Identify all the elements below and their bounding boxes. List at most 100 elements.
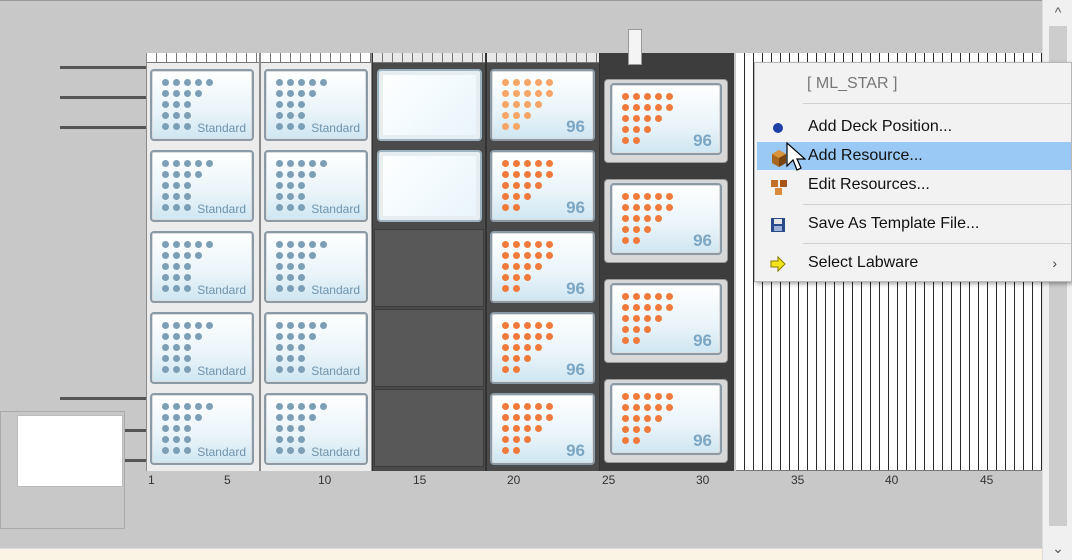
scroll-up-arrow-icon[interactable]: ^: [1043, 0, 1072, 24]
mouse-cursor-icon: [786, 142, 806, 171]
well-grid-icon: [622, 293, 674, 345]
plate-well-count: 96: [566, 198, 585, 217]
standard-tip-rack[interactable]: Standard: [150, 231, 254, 303]
well-grid-icon: [502, 322, 554, 374]
track-ruler: 1 5 10 15 20 25 30 35 40 45: [140, 469, 1042, 493]
standard-tip-rack[interactable]: Standard: [264, 69, 368, 141]
plate-well-count: 96: [693, 231, 712, 250]
menu-item-label: Edit Resources...: [808, 176, 930, 193]
plate-96[interactable]: 96: [490, 150, 595, 222]
plate-well-count: 96: [566, 279, 585, 298]
ruler-tick-label: 45: [980, 473, 994, 487]
plate-well-count: 96: [566, 117, 585, 136]
ruler-tick-label: 25: [602, 473, 616, 487]
plate-96[interactable]: 96: [610, 383, 722, 455]
waste-line: [60, 397, 146, 400]
empty-labware-slot[interactable]: [377, 69, 482, 141]
plate-well-count: 96: [693, 431, 712, 450]
plate-96[interactable]: 96: [610, 83, 722, 155]
menu-item-label: Save As Template File...: [808, 215, 980, 232]
well-grid-icon: [622, 93, 674, 145]
standard-tip-rack[interactable]: Standard: [264, 150, 368, 222]
empty-site[interactable]: [374, 229, 484, 307]
menu-item-save-as-template[interactable]: Save As Template File...: [757, 210, 1071, 238]
plate-type-label: Standard: [197, 364, 246, 378]
empty-site[interactable]: [374, 389, 484, 467]
well-grid-icon: [622, 393, 674, 445]
standard-tip-rack[interactable]: Standard: [150, 69, 254, 141]
plate-96[interactable]: 96: [490, 231, 595, 303]
waste-line: [60, 66, 146, 69]
empty-site[interactable]: [374, 309, 484, 387]
context-menu[interactable]: [ ML_STAR ] Add Deck Position... Add Res…: [754, 62, 1072, 282]
plate-type-label: Standard: [197, 121, 246, 135]
ruler-tick-label: 40: [885, 473, 899, 487]
carrier-handle[interactable]: [628, 29, 642, 65]
plate-96[interactable]: 96: [610, 283, 722, 355]
carrier-ruler: [147, 53, 259, 63]
ruler-tick-label: 5: [224, 473, 231, 487]
well-grid-icon: [502, 160, 554, 212]
status-strip: [0, 548, 1042, 560]
standard-tip-rack[interactable]: Standard: [264, 231, 368, 303]
plate-96[interactable]: 96: [490, 312, 595, 384]
plate-well-count: 96: [566, 441, 585, 460]
waste-line: [60, 96, 146, 99]
floppy-disk-icon: [769, 216, 787, 234]
carrier-ruler: [373, 53, 485, 63]
chevron-right-icon: ›: [1052, 255, 1057, 271]
cubes-icon: [769, 177, 787, 195]
ruler-tick-label: 15: [413, 473, 427, 487]
plate-type-label: Standard: [311, 121, 360, 135]
menu-item-label: Select Labware: [808, 254, 919, 271]
empty-labware-slot[interactable]: [377, 150, 482, 222]
plate-type-label: Standard: [311, 445, 360, 459]
carrier-ruler: [261, 53, 371, 63]
waste-line: [124, 429, 146, 432]
plate-type-label: Standard: [197, 445, 246, 459]
standard-tip-rack[interactable]: Standard: [264, 312, 368, 384]
menu-item-label: Add Resource...: [808, 147, 923, 164]
carrier-ruler: [487, 53, 599, 63]
standard-tip-rack[interactable]: Standard: [150, 150, 254, 222]
menu-item-select-labware[interactable]: Select Labware ›: [757, 249, 1071, 277]
menu-item-add-deck-position[interactable]: Add Deck Position...: [757, 113, 1071, 141]
standard-tip-rack[interactable]: Standard: [150, 393, 254, 465]
ruler-tick-label: 20: [507, 473, 521, 487]
standard-tip-rack[interactable]: Standard: [150, 312, 254, 384]
standard-tip-rack[interactable]: Standard: [264, 393, 368, 465]
scroll-down-arrow-icon[interactable]: ⌄: [1043, 536, 1072, 560]
cube-icon: [769, 148, 787, 167]
waste-line: [60, 126, 146, 129]
ruler-tick-label: 1: [148, 473, 155, 487]
blue-circle-icon: [769, 119, 787, 137]
waste-line: [124, 459, 146, 462]
menu-separator: [803, 103, 1071, 104]
well-grid-icon: [502, 403, 554, 455]
plate-type-label: Standard: [197, 283, 246, 297]
menu-item-label: Add Deck Position...: [808, 118, 953, 135]
plate-well-count: 96: [693, 131, 712, 150]
plate-well-count: 96: [693, 331, 712, 350]
menu-header: [ ML_STAR ]: [807, 75, 898, 92]
menu-item-edit-resources[interactable]: Edit Resources...: [757, 171, 1071, 199]
well-grid-icon: [502, 79, 554, 131]
plate-96[interactable]: 96: [490, 69, 595, 141]
menu-separator: [803, 204, 1071, 205]
well-grid-icon: [622, 193, 674, 245]
yellow-arrow-icon: [769, 255, 787, 273]
plate-96[interactable]: 96: [610, 183, 722, 255]
menu-separator: [803, 243, 1071, 244]
plate-well-count: 96: [566, 360, 585, 379]
plate-type-label: Standard: [197, 202, 246, 216]
ruler-tick-label: 30: [696, 473, 710, 487]
overview-panel[interactable]: [0, 411, 125, 529]
overview-viewport[interactable]: [17, 415, 123, 487]
well-grid-icon: [502, 241, 554, 293]
ruler-tick-label: 10: [318, 473, 332, 487]
plate-96[interactable]: 96: [490, 393, 595, 465]
plate-type-label: Standard: [311, 202, 360, 216]
plate-type-label: Standard: [311, 364, 360, 378]
plate-type-label: Standard: [311, 283, 360, 297]
ruler-tick-label: 35: [791, 473, 805, 487]
